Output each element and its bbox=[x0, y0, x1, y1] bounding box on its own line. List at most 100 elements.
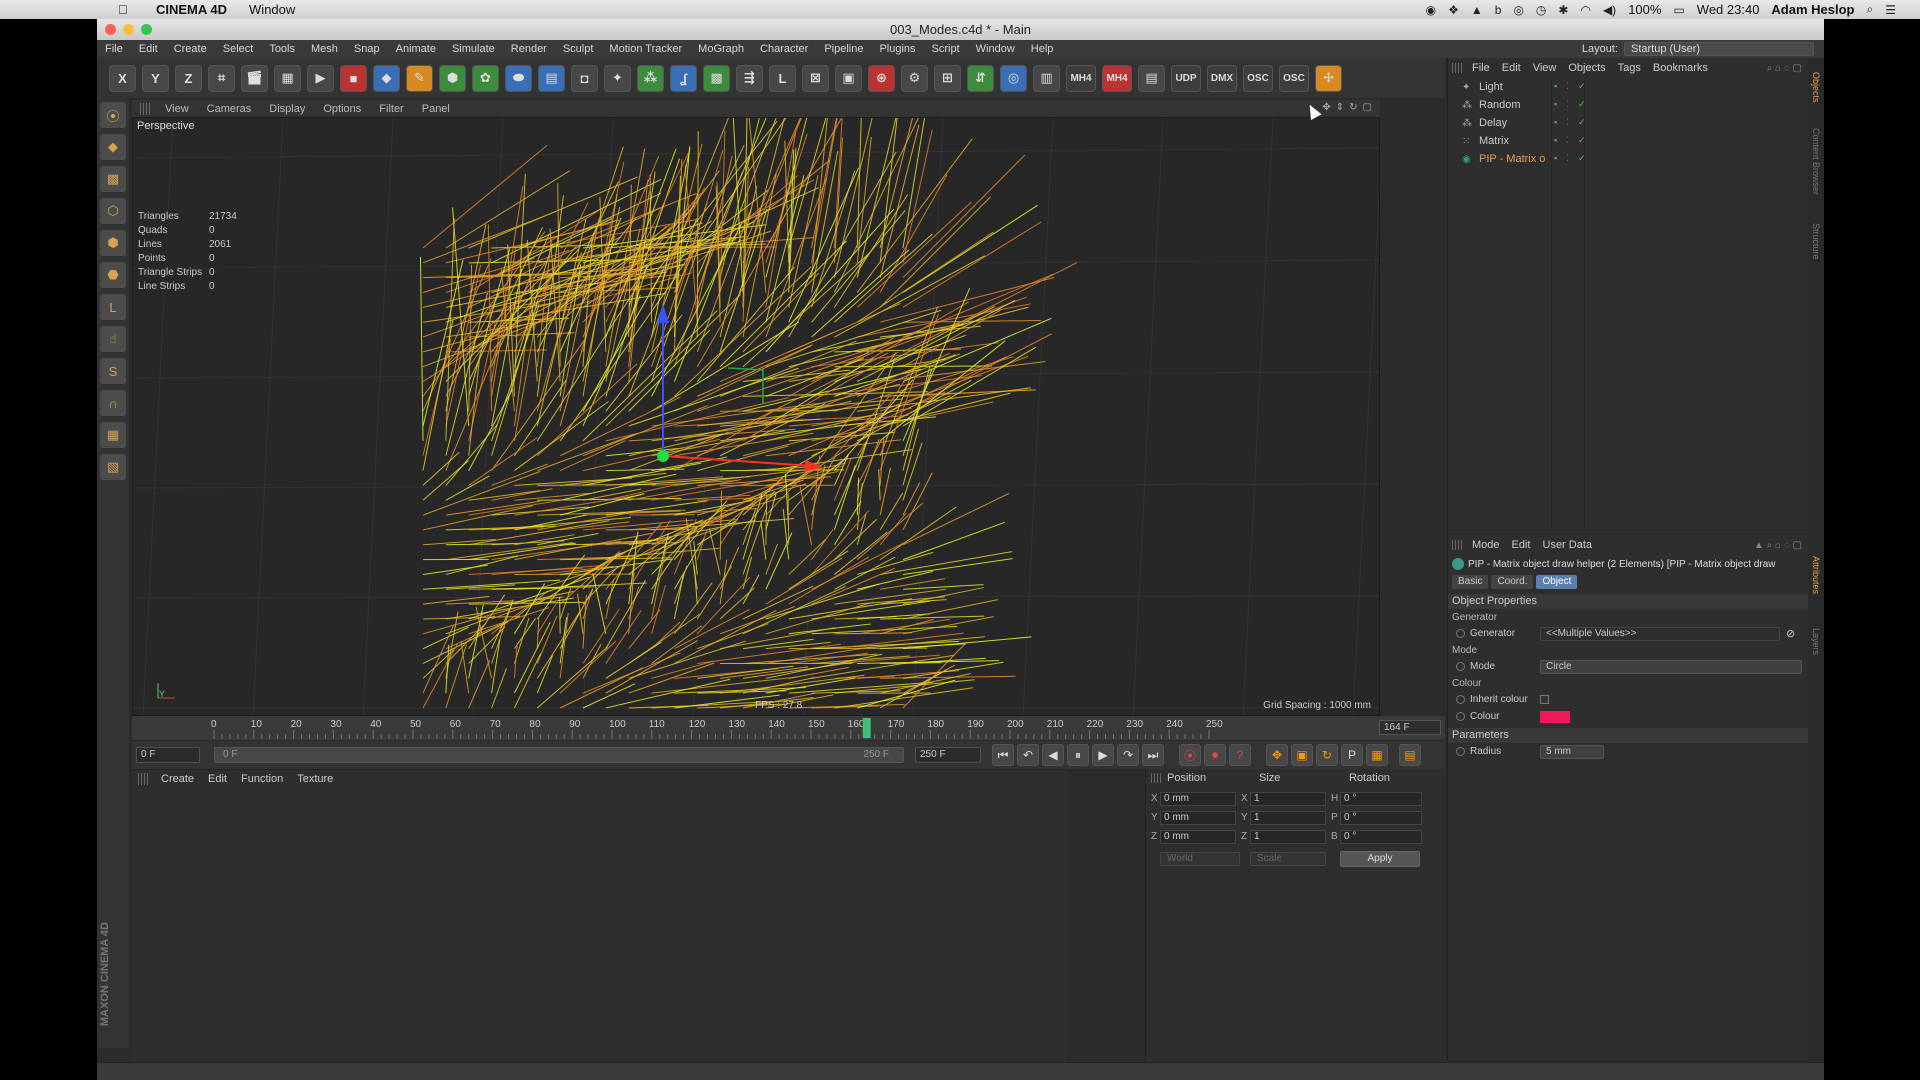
enabled-check-icon[interactable]: ✓ bbox=[1578, 117, 1587, 128]
gear-icon[interactable]: ⚙ bbox=[901, 64, 928, 92]
menu-create[interactable]: Create bbox=[166, 43, 215, 55]
zoom-window-button[interactable] bbox=[141, 24, 152, 35]
attr-menu-mode[interactable]: Mode bbox=[1466, 539, 1506, 551]
go-to-start-icon[interactable]: ⏮ bbox=[992, 744, 1014, 766]
viewport-menu-panel[interactable]: Panel bbox=[413, 103, 459, 115]
side-tab-content-browser[interactable]: Content Browser bbox=[1811, 128, 1821, 195]
object-menu-view[interactable]: View bbox=[1527, 62, 1563, 74]
subdivision-icon[interactable]: ⬢ bbox=[439, 64, 466, 92]
animate-dot-icon[interactable] bbox=[1456, 747, 1465, 756]
clock-icon[interactable]: ◷ bbox=[1536, 3, 1546, 17]
panel-grip-icon[interactable] bbox=[1452, 540, 1462, 550]
perspective-viewport[interactable]: Perspective Triangles 21734 Quads 0 Lines 2… bbox=[132, 117, 1380, 716]
menu-help[interactable]: Help bbox=[1023, 43, 1062, 55]
step-forward-icon[interactable]: ▶ bbox=[1092, 744, 1114, 766]
next-key-icon[interactable]: ↷ bbox=[1117, 744, 1139, 766]
udp-button[interactable]: UDP bbox=[1171, 64, 1201, 92]
viewport-menu-options[interactable]: Options bbox=[314, 103, 370, 115]
mh4-alt-button[interactable]: MH4 bbox=[1102, 64, 1132, 92]
dropbox-icon[interactable]: ❖ bbox=[1448, 3, 1459, 17]
size-x-field[interactable]: 1 bbox=[1250, 792, 1326, 806]
tab-coord[interactable]: Coord. bbox=[1491, 575, 1534, 589]
workplane-lock-icon[interactable]: ▧ bbox=[100, 454, 126, 480]
menu-script[interactable]: Script bbox=[924, 43, 968, 55]
visibility-dots-icon[interactable]: ⁚ bbox=[1566, 99, 1575, 110]
matrix-grid-icon[interactable]: ⊞ bbox=[934, 64, 961, 92]
rotation-b-field[interactable]: 0 ° bbox=[1340, 830, 1422, 844]
deformer-icon[interactable]: ⬬ bbox=[505, 64, 532, 92]
radius-field[interactable]: 5 mm bbox=[1540, 744, 1604, 759]
pause-icon[interactable]: ⏸ bbox=[1067, 744, 1089, 766]
axis-mode-icon[interactable]: L bbox=[100, 294, 126, 320]
menu-edit[interactable]: Edit bbox=[131, 43, 166, 55]
viewport-menu-view[interactable]: View bbox=[156, 103, 198, 115]
sphere-icon[interactable]: ◎ bbox=[1000, 64, 1027, 92]
layer-icon[interactable]: ▪ bbox=[1554, 81, 1563, 92]
layer-icon[interactable]: ▪ bbox=[1554, 153, 1563, 164]
magnet-icon[interactable]: ∩ bbox=[100, 390, 126, 416]
sync-icon[interactable]: ◎ bbox=[1513, 3, 1523, 17]
size-mode-dropdown[interactable]: Scale bbox=[1250, 852, 1326, 866]
dmx-button[interactable]: DMX bbox=[1207, 64, 1237, 92]
size-y-field[interactable]: 1 bbox=[1250, 811, 1326, 825]
minimize-window-button[interactable] bbox=[123, 24, 134, 35]
volume-icon[interactable]: ◀) bbox=[1603, 3, 1616, 17]
mh4-button[interactable]: MH4 bbox=[1066, 64, 1096, 92]
python-icon[interactable]: ʆ bbox=[670, 64, 697, 92]
menu-render[interactable]: Render bbox=[503, 43, 555, 55]
notification-icon[interactable]: ☰ bbox=[1885, 3, 1896, 17]
object-properties-header[interactable]: Object Properties bbox=[1448, 594, 1808, 609]
object-row-light[interactable]: ✦ Light ▪ ⁚ ✓ bbox=[1448, 78, 1809, 96]
side-tab-attributes[interactable]: Attributes bbox=[1811, 556, 1821, 594]
apple-icon[interactable]:  bbox=[118, 2, 132, 17]
object-name[interactable]: Random bbox=[1479, 99, 1521, 111]
menu-animate[interactable]: Animate bbox=[388, 43, 444, 55]
barcode-icon[interactable]: ▥ bbox=[1033, 64, 1060, 92]
object-menu-tags[interactable]: Tags bbox=[1612, 62, 1647, 74]
light-icon[interactable]: ✦ bbox=[604, 64, 631, 92]
layout-dropdown[interactable]: Startup (User) bbox=[1624, 42, 1814, 56]
object-menu-file[interactable]: File bbox=[1466, 62, 1496, 74]
apply-button[interactable]: Apply bbox=[1340, 851, 1420, 867]
text-icon[interactable]: L bbox=[769, 64, 796, 92]
object-row-matrix[interactable]: ⁙ Matrix ▪ ⁚ ✓ bbox=[1448, 132, 1809, 150]
layer-icon[interactable]: ▪ bbox=[1554, 117, 1563, 128]
tweak-mode-icon[interactable]: ☝ bbox=[100, 326, 126, 352]
menu-mograph[interactable]: MoGraph bbox=[690, 43, 752, 55]
mode-dropdown[interactable]: Circle bbox=[1540, 659, 1802, 674]
cube-icon[interactable]: ◆ bbox=[373, 64, 400, 92]
fracture-icon[interactable]: ▩ bbox=[703, 64, 730, 92]
key-scale-icon[interactable]: ▣ bbox=[1291, 744, 1313, 766]
menu-window[interactable]: Window bbox=[968, 43, 1023, 55]
material-menu-texture[interactable]: Texture bbox=[290, 773, 340, 785]
attr-nav-icons[interactable]: ▲ ⌕ ⌂ ◌ ▢ bbox=[1754, 540, 1802, 551]
object-menu-edit[interactable]: Edit bbox=[1496, 62, 1527, 74]
viewport-menu-cameras[interactable]: Cameras bbox=[198, 103, 261, 115]
visibility-dots-icon[interactable]: ⁚ bbox=[1566, 81, 1575, 92]
menu-plugins[interactable]: Plugins bbox=[871, 43, 923, 55]
material-menu-edit[interactable]: Edit bbox=[201, 773, 234, 785]
layer-icon[interactable]: ▪ bbox=[1554, 99, 1563, 110]
user-name[interactable]: Adam Heslop bbox=[1771, 2, 1854, 17]
object-name[interactable]: Light bbox=[1479, 81, 1503, 93]
position-y-field[interactable]: 0 mm bbox=[1160, 811, 1236, 825]
workplane-icon[interactable]: ▦ bbox=[100, 422, 126, 448]
link-target-icon[interactable]: ⊘ bbox=[1786, 627, 1795, 640]
close-window-button[interactable] bbox=[105, 24, 116, 35]
os-window-menu[interactable]: Window bbox=[249, 2, 295, 17]
step-back-icon[interactable]: ◀ bbox=[1042, 744, 1064, 766]
animate-dot-icon[interactable] bbox=[1456, 662, 1465, 671]
object-row-pip-matrix[interactable]: ◉ PIP - Matrix o ▪ ⁚ ✓ bbox=[1448, 150, 1809, 168]
visibility-dots-icon[interactable]: ⁚ bbox=[1566, 135, 1575, 146]
size-z-field[interactable]: 1 bbox=[1250, 830, 1326, 844]
edge-mode-icon[interactable]: ⬢ bbox=[100, 230, 126, 256]
object-name[interactable]: Delay bbox=[1479, 117, 1507, 129]
camera-icon[interactable]: ◘ bbox=[571, 64, 598, 92]
record-icon[interactable]: ◉ bbox=[1426, 3, 1436, 17]
material-menu-create[interactable]: Create bbox=[154, 773, 201, 785]
position-z-field[interactable]: 0 mm bbox=[1160, 830, 1236, 844]
enabled-check-icon[interactable]: ✓ bbox=[1578, 135, 1587, 146]
picture-icon[interactable]: ▣ bbox=[835, 64, 862, 92]
attr-menu-edit[interactable]: Edit bbox=[1506, 539, 1537, 551]
menu-mesh[interactable]: Mesh bbox=[303, 43, 346, 55]
